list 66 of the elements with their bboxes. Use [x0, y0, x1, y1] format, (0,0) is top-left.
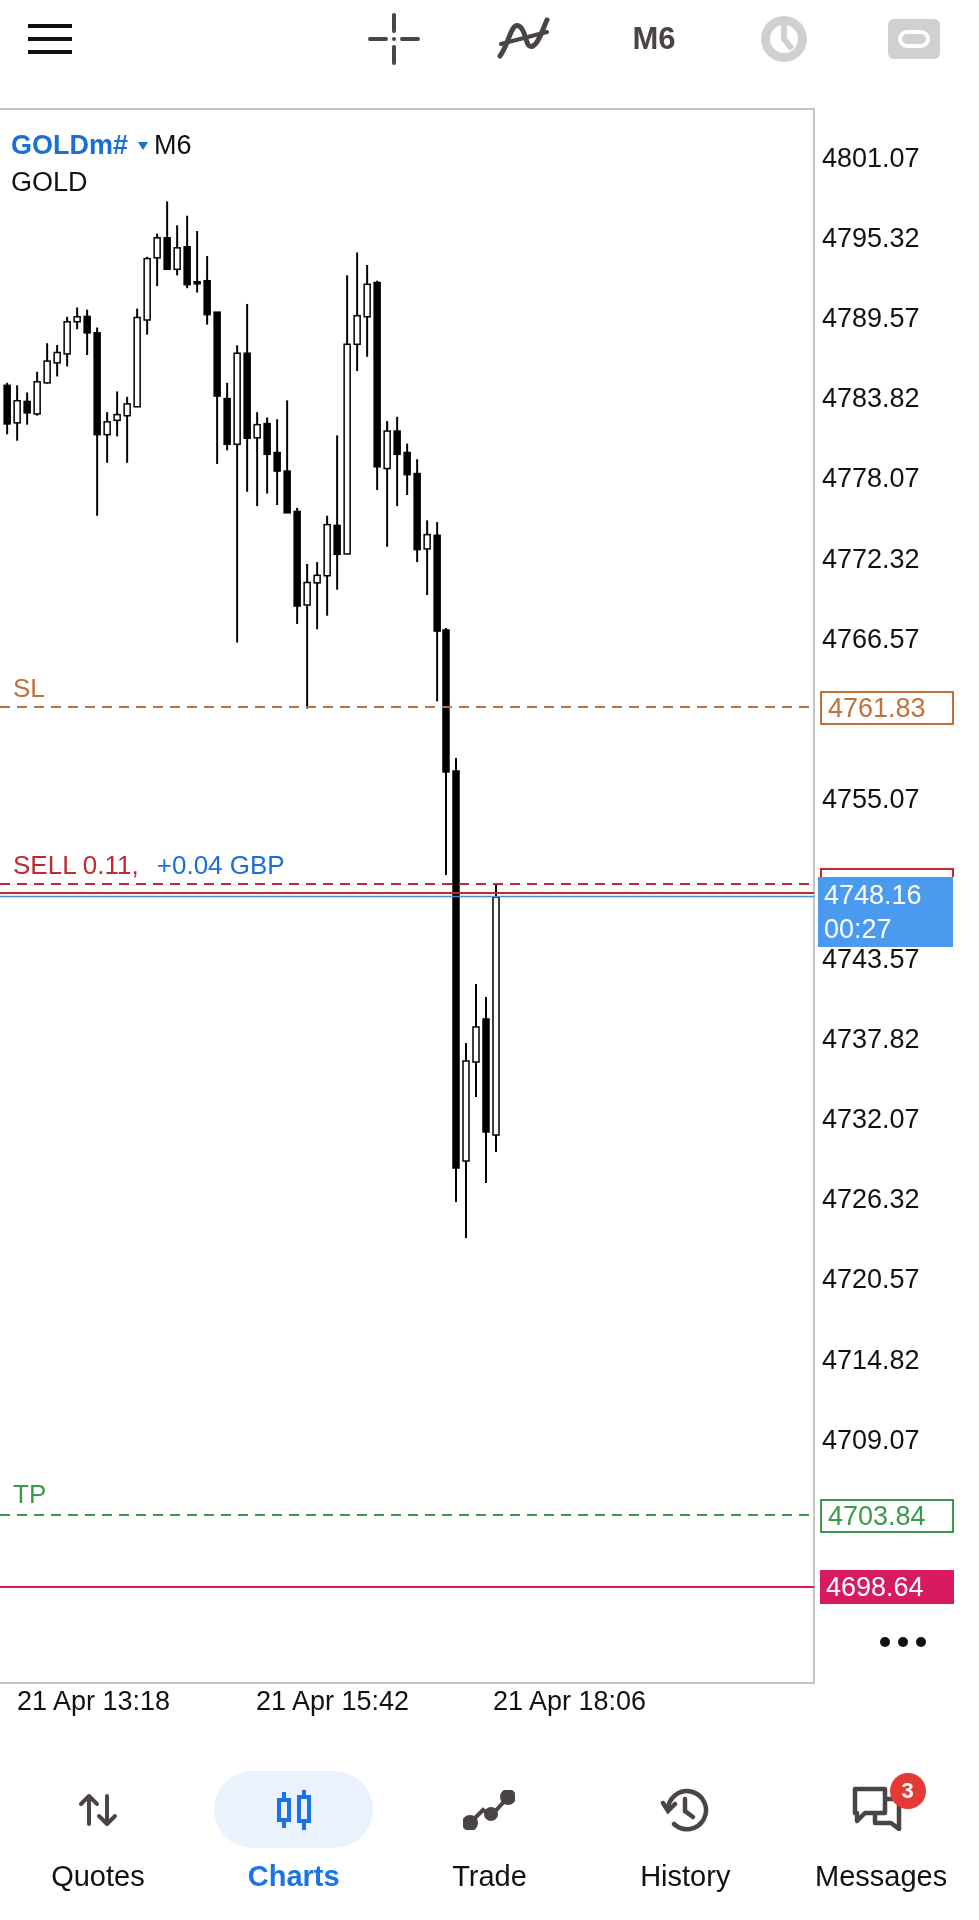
candle — [403, 442, 411, 496]
candle — [153, 232, 161, 288]
nav-tab[interactable]: Charts — [195, 1762, 392, 1920]
candle — [203, 255, 211, 326]
price-tag: 4698.64 — [820, 1570, 954, 1604]
candle — [173, 224, 181, 277]
price-axis-label: 4789.57 — [822, 302, 920, 335]
candle — [193, 230, 201, 294]
price-tag: 4703.84 — [820, 1499, 954, 1533]
dropdown-icon[interactable] — [138, 141, 149, 150]
candle — [63, 315, 71, 368]
order-line-label: TP — [13, 1478, 47, 1510]
clock-icon — [758, 13, 810, 65]
candle — [23, 391, 31, 426]
price-axis-label: 4772.32 — [822, 542, 920, 575]
price-axis-label: 4743.57 — [822, 943, 920, 975]
time-axis-label: 21 Apr 13:18 — [17, 1686, 171, 1717]
candle — [3, 381, 11, 436]
price-axis-label: 4720.57 — [822, 1263, 920, 1296]
candle — [123, 395, 131, 464]
bar-countdown: 00:27 — [824, 913, 893, 946]
symbol-name[interactable]: GOLDm# — [11, 130, 129, 161]
trend-icon — [463, 1789, 516, 1830]
symbol-description: GOLD — [11, 167, 88, 198]
price-axis-label: 4766.57 — [822, 622, 920, 655]
time-axis-label: 21 Apr 18:06 — [493, 1686, 647, 1717]
chart-timeframe: M6 — [154, 130, 192, 161]
nav-tab[interactable]: Trade — [391, 1762, 588, 1920]
order-line-label: SELL 0.11, — [13, 849, 139, 881]
candle — [83, 308, 91, 356]
notification-badge: 3 — [889, 1773, 926, 1809]
price-axis-label: 4732.07 — [822, 1103, 920, 1136]
indicator-icon[interactable] — [497, 16, 551, 62]
candle — [43, 342, 51, 385]
candle — [223, 381, 231, 452]
price-axis-label: 4709.07 — [822, 1423, 920, 1456]
candle — [103, 411, 111, 464]
candle — [33, 370, 41, 417]
candle — [313, 561, 321, 631]
price-tag: 4761.83 — [820, 691, 954, 725]
timeframe-button[interactable]: M6 — [632, 21, 676, 57]
price-axis-label: 4795.32 — [822, 222, 920, 255]
candle — [53, 344, 61, 378]
price-axis-label: 4783.82 — [822, 382, 920, 415]
candle — [13, 384, 21, 442]
price-axis-label: 4755.07 — [822, 782, 920, 815]
current-price: 4748.16 — [824, 879, 923, 912]
candle — [73, 306, 81, 331]
candle — [113, 390, 121, 438]
more-icon[interactable] — [880, 1637, 926, 1647]
nav-tab[interactable]: History — [587, 1762, 784, 1920]
profit-label: +0.04 GBP — [156, 849, 285, 881]
candle — [163, 200, 171, 271]
nav-tab[interactable]: Quotes — [0, 1762, 196, 1920]
order-line-label: SL — [13, 672, 45, 704]
nav-tab[interactable]: 3 Messages — [783, 1762, 979, 1920]
link-icon — [888, 19, 940, 59]
crosshair-icon[interactable] — [368, 13, 420, 65]
arrows-icon — [77, 1791, 118, 1828]
menu-icon[interactable] — [28, 24, 72, 54]
price-axis-label: 4726.32 — [822, 1183, 920, 1216]
time-axis-label: 21 Apr 15:42 — [256, 1686, 410, 1717]
price-axis-label: 4778.07 — [822, 462, 920, 495]
price-axis-label: 4714.82 — [822, 1343, 920, 1376]
price-axis-label: 4737.82 — [822, 1023, 920, 1056]
price-axis-label: 4801.07 — [822, 142, 920, 174]
